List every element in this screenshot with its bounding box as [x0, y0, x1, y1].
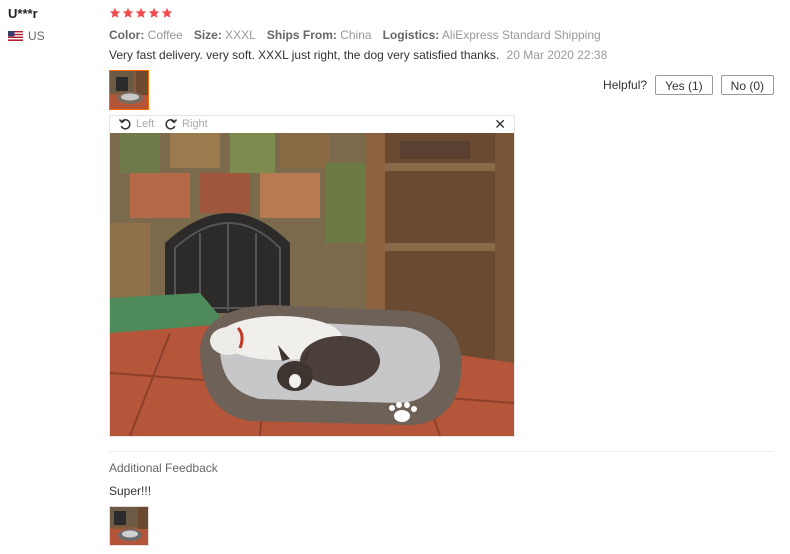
- star-icon: [148, 7, 160, 18]
- rotate-right-label: Right: [182, 118, 208, 130]
- review-text: Very fast delivery. very soft. XXXL just…: [109, 48, 500, 62]
- rotate-left-label: Left: [136, 118, 155, 130]
- review-date: 20 Mar 2020 22:38: [506, 48, 608, 62]
- rotate-right-icon: [165, 119, 178, 130]
- attr-logistics: Logistics: AliExpress Standard Shipping: [382, 28, 601, 42]
- reviewer-country: US: [8, 29, 45, 43]
- close-icon[interactable]: ✕: [494, 116, 506, 133]
- additional-feedback-text: Super!!!: [109, 484, 152, 498]
- rotate-left-icon: [118, 119, 131, 130]
- rotate-left-button[interactable]: Left: [118, 117, 154, 131]
- helpful-yes-button[interactable]: Yes (1): [655, 75, 713, 95]
- reviewer-name: U***r: [8, 6, 38, 21]
- review-photo-thumbnail[interactable]: [109, 70, 149, 110]
- attr-size: Size: XXXL: [193, 28, 256, 42]
- attr-color: Color: Coffee: [109, 28, 183, 42]
- review-text-line: Very fast delivery. very soft. XXXL just…: [109, 48, 607, 62]
- section-divider: [109, 451, 774, 452]
- star-icon: [122, 7, 134, 18]
- star-icon: [161, 7, 173, 18]
- helpful-votes: Helpful? Yes (1) No (0): [603, 75, 774, 95]
- us-flag-icon: [8, 31, 23, 41]
- star-icon: [135, 7, 147, 18]
- additional-feedback-title: Additional Feedback: [109, 461, 218, 475]
- photo-viewer: Left Right ✕: [109, 115, 515, 437]
- order-attributes: Color: Coffee Size: XXXL Ships From: Chi…: [109, 28, 601, 42]
- additional-photo-thumbnail[interactable]: [109, 506, 149, 546]
- star-icon: [109, 7, 121, 18]
- helpful-no-button[interactable]: No (0): [720, 75, 774, 95]
- helpful-label: Helpful?: [603, 78, 648, 92]
- review-photo: [110, 133, 514, 436]
- attr-ships-from: Ships From: China: [266, 28, 372, 42]
- country-code: US: [28, 29, 45, 43]
- viewer-toolbar: Left Right ✕: [110, 116, 514, 133]
- rotate-right-button[interactable]: Right: [164, 117, 208, 131]
- rating-stars: [109, 7, 173, 19]
